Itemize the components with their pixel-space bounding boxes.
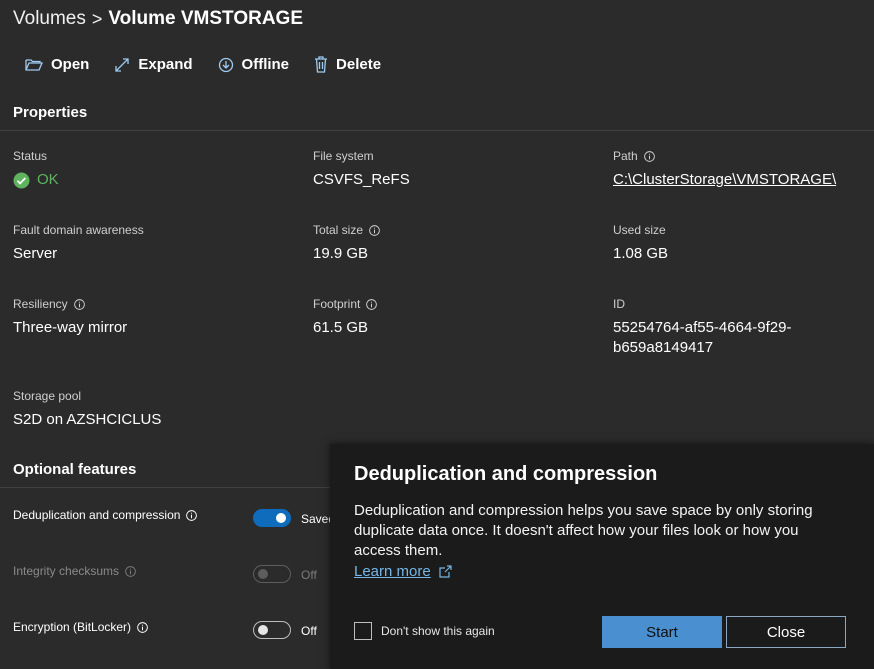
integrity-state: Off — [301, 568, 317, 582]
offline-arrow-circle-icon — [218, 57, 233, 72]
dont-show-again-checkbox[interactable]: Don't show this again — [354, 622, 495, 640]
breadcrumb-separator: > — [91, 8, 103, 29]
storage-pool-label: Storage pool — [13, 389, 82, 403]
learn-more-link-row[interactable]: Learn more — [354, 563, 453, 580]
fault-domain-label: Fault domain awareness — [13, 223, 144, 237]
offline-label: Offline — [241, 56, 290, 73]
storage-pool-property: Storage pool S2D on AZSHCICLUS — [13, 389, 161, 430]
folder-open-icon — [25, 58, 43, 71]
total-size-value: 19.9 GB — [313, 245, 369, 262]
open-label: Open — [51, 56, 90, 73]
status-value: OK — [37, 171, 59, 188]
properties-divider — [0, 130, 874, 131]
page-title: Volume VMSTORAGE — [108, 8, 303, 29]
external-link-icon — [439, 565, 452, 578]
id-value: 55254764-af55-4664-9f29- b659a8149417 — [613, 318, 791, 358]
resiliency-value: Three-way mirror — [13, 319, 128, 336]
toggle-knob — [276, 513, 286, 523]
path-property: Path C:\ClusterStorage\VMSTORAGE\ — [613, 149, 836, 190]
start-button[interactable]: Start — [602, 616, 722, 648]
id-value-line1: 55254764-af55-4664-9f29- — [613, 319, 792, 336]
storage-pool-value: S2D on AZSHCICLUS — [13, 411, 162, 428]
delete-label: Delete — [336, 56, 382, 73]
total-size-label: Total size — [313, 223, 364, 237]
resiliency-property: Resiliency Three-way mirror — [13, 297, 127, 338]
encryption-state: Off — [301, 624, 317, 638]
used-size-property: Used size 1.08 GB — [613, 223, 668, 264]
info-icon[interactable] — [643, 150, 655, 162]
used-size-value: 1.08 GB — [613, 245, 669, 262]
teaching-popup-title: Deduplication and compression — [354, 463, 658, 485]
encryption-label: Encryption (BitLocker) — [13, 620, 132, 634]
trash-icon — [315, 56, 328, 73]
dedup-feature-label-row: Deduplication and compression — [13, 508, 198, 522]
info-icon[interactable] — [369, 224, 380, 236]
file-system-property: File system CSVFS_ReFS — [313, 149, 410, 190]
info-icon[interactable] — [137, 621, 148, 633]
offline-button[interactable]: Offline — [218, 56, 290, 73]
path-label: Path — [613, 149, 638, 163]
file-system-label: File system — [313, 149, 374, 163]
fault-domain-value: Server — [13, 245, 58, 262]
id-value-line2: b659a8149417 — [613, 339, 714, 356]
info-icon[interactable] — [186, 509, 198, 521]
teaching-popup-body: Deduplication and compression helps you … — [354, 502, 813, 559]
command-bar: Open Expand Offline Delete — [25, 56, 406, 73]
path-link[interactable]: C:\ClusterStorage\VMSTORAGE\ — [613, 170, 836, 190]
teaching-popup: Deduplication and compression Deduplicat… — [330, 444, 874, 669]
id-label: ID — [613, 297, 625, 311]
integrity-feature-label-row: Integrity checksums — [13, 564, 136, 578]
file-system-value: CSVFS_ReFS — [313, 171, 410, 188]
expand-label: Expand — [138, 56, 193, 73]
status-property: Status OK — [13, 149, 59, 190]
breadcrumb: Volumes > Volume VMSTORAGE — [13, 8, 303, 30]
info-icon[interactable] — [73, 298, 85, 310]
toggle-knob — [258, 625, 268, 635]
toggle-knob — [258, 569, 268, 579]
open-button[interactable]: Open — [25, 56, 89, 73]
footprint-label: Footprint — [313, 297, 361, 311]
breadcrumb-volumes-link[interactable]: Volumes — [13, 8, 86, 30]
learn-more-link[interactable]: Learn more — [354, 563, 431, 580]
properties-heading: Properties — [13, 104, 88, 121]
close-button[interactable]: Close — [726, 616, 846, 648]
footprint-property: Footprint 61.5 GB — [313, 297, 378, 338]
dedup-toggle[interactable] — [253, 509, 291, 527]
used-size-label: Used size — [613, 223, 666, 237]
footprint-value: 61.5 GB — [313, 319, 369, 336]
check-circle-icon — [13, 172, 30, 188]
integrity-label: Integrity checksums — [13, 564, 120, 578]
info-icon[interactable] — [366, 298, 378, 310]
status-value-row: OK — [13, 170, 59, 190]
total-size-property: Total size 19.9 GB — [313, 223, 380, 264]
resiliency-label: Resiliency — [13, 297, 68, 311]
optional-features-heading: Optional features — [13, 461, 137, 478]
info-icon — [125, 565, 136, 577]
checkbox-box[interactable] — [354, 622, 372, 640]
encryption-feature-label-row: Encryption (BitLocker) — [13, 620, 148, 634]
delete-button[interactable]: Delete — [314, 56, 381, 73]
integrity-toggle — [253, 565, 291, 583]
dedup-label: Deduplication and compression — [13, 508, 181, 522]
expand-button[interactable]: Expand — [114, 56, 193, 73]
fault-domain-property: Fault domain awareness Server — [13, 223, 144, 264]
status-label: Status — [13, 149, 48, 163]
dont-show-again-label: Don't show this again — [381, 624, 495, 638]
encryption-toggle[interactable] — [253, 621, 291, 639]
expand-icon — [115, 57, 129, 72]
id-property: ID 55254764-af55-4664-9f29- b659a8149417 — [613, 297, 791, 358]
